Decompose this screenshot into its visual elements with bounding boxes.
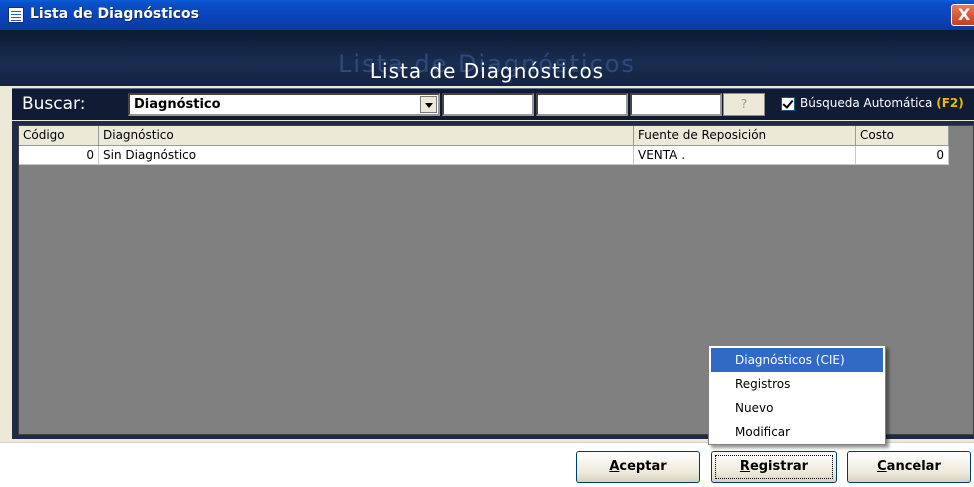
list-window-icon (8, 7, 24, 23)
header-title: Lista de Diagnósticos (369, 59, 605, 83)
cancel-label: ancelar (886, 459, 941, 474)
window-title: Lista de Diagnósticos (30, 6, 200, 22)
cell-fuente: VENTA . (634, 146, 856, 164)
auto-search-label[interactable]: Búsqueda Automática (F2) (800, 96, 964, 110)
title-bar[interactable]: Lista de Diagnósticos X (0, 0, 974, 30)
column-header-codigo[interactable]: Código (19, 126, 99, 146)
button-bar: Aceptar Registrar Cancelar (0, 442, 974, 487)
register-mnemonic: R (739, 459, 750, 474)
search-input-1[interactable] (442, 93, 534, 116)
search-input-3[interactable] (630, 93, 722, 116)
accept-button[interactable]: Aceptar (576, 451, 700, 483)
table-row[interactable]: 0 Sin Diagnóstico VENTA . 0 (19, 146, 949, 165)
table-header: Código Diagnóstico Fuente de Reposición … (19, 126, 949, 146)
register-label: egistrar (749, 459, 809, 474)
menu-item-diagnosticos-cie[interactable]: Diagnósticos (CIE) (711, 348, 883, 372)
search-bar: Buscar: Diagnóstico ? Búsqueda Automátic… (12, 88, 974, 120)
auto-search-checkbox[interactable] (781, 97, 795, 111)
cell-codigo: 0 (19, 146, 99, 164)
cancel-mnemonic: C (877, 459, 887, 474)
close-icon[interactable]: X (951, 4, 974, 26)
search-field-value: Diagnóstico (134, 97, 221, 112)
menu-item-modificar[interactable]: Modificar (711, 420, 883, 444)
accept-label: ceptar (619, 459, 667, 474)
column-header-fuente[interactable]: Fuente de Reposición (634, 126, 856, 146)
accept-mnemonic: A (609, 459, 620, 474)
column-header-diagnostico[interactable]: Diagnóstico (99, 126, 634, 146)
cancel-button[interactable]: Cancelar (847, 451, 971, 483)
chevron-down-icon[interactable] (420, 96, 437, 113)
register-popup-menu: Diagnósticos (CIE) Registros Nuevo Modif… (708, 345, 886, 445)
cell-costo: 0 (856, 146, 949, 164)
menu-item-nuevo[interactable]: Nuevo (711, 396, 883, 420)
header-banner: Lista de Diagnósticos Lista de Diagnósti… (0, 30, 974, 86)
search-input-2[interactable] (536, 93, 628, 116)
search-field-select[interactable]: Diagnóstico (128, 93, 440, 116)
column-header-costo[interactable]: Costo (856, 126, 949, 146)
search-label: Buscar: (22, 94, 86, 114)
menu-item-registros[interactable]: Registros (711, 372, 883, 396)
auto-search-text: Búsqueda Automática (800, 96, 937, 110)
help-button[interactable]: ? (723, 93, 765, 116)
register-button[interactable]: Registrar (711, 451, 837, 483)
auto-search-shortcut: (F2) (936, 96, 964, 110)
lista-diagnosticos-window: Lista de Diagnósticos X Lista de Diagnós… (0, 0, 974, 487)
cell-diagnostico: Sin Diagnóstico (99, 146, 634, 164)
